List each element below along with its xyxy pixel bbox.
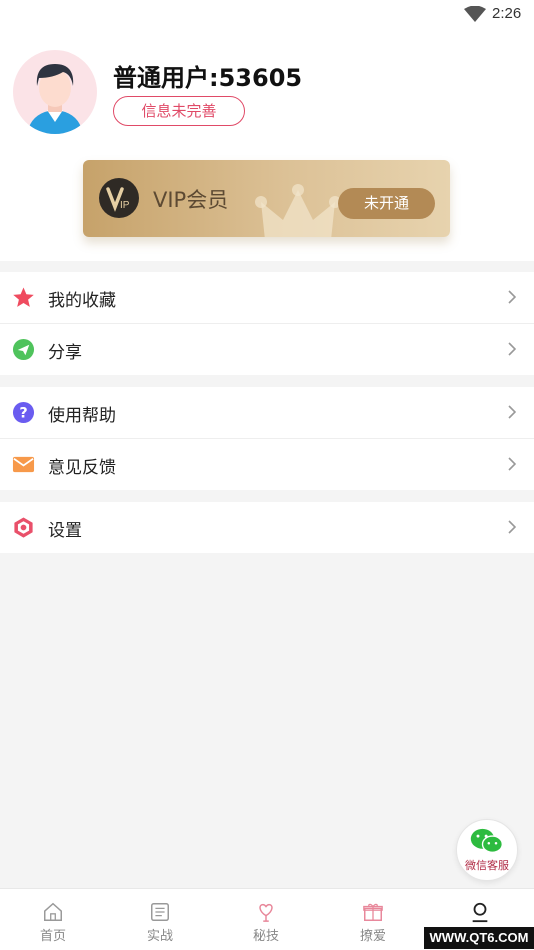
incomplete-info-button[interactable]: 信息未完善 (113, 96, 245, 126)
wechat-service-button[interactable]: 微信客服 (456, 819, 518, 881)
star-icon (13, 287, 34, 307)
tab-label: 实战 (146, 929, 173, 944)
wifi-icon (464, 6, 486, 22)
menu-item-label: 我的收藏 (48, 291, 116, 311)
menu-group-1: 我的收藏 分享 (0, 272, 534, 375)
vip-logo-icon: IP (99, 178, 139, 218)
vip-title: VIP会员 (153, 188, 229, 212)
list-icon (151, 903, 169, 921)
site-watermark: WWW.QT6.COM (424, 927, 534, 949)
menu-item-favorites[interactable]: 我的收藏 (0, 272, 534, 324)
hexagon-gear-icon (14, 517, 33, 538)
tab-practice[interactable]: 实战 (107, 889, 213, 950)
paper-plane-icon (12, 338, 35, 361)
menu-item-label: 设置 (48, 521, 82, 541)
menu-item-settings[interactable]: 设置 (0, 502, 534, 553)
menu-item-feedback[interactable]: 意见反馈 (0, 439, 534, 490)
person-icon (472, 902, 488, 923)
chevron-right-icon (508, 520, 516, 534)
profile-header: 普通用户:53605 信息未完善 IP VIP会员 未开通 (0, 30, 534, 261)
status-bar: 2:26 (0, 0, 534, 30)
menu-item-label: 分享 (48, 343, 82, 363)
tab-label: 秘技 (252, 929, 279, 944)
question-icon: ? (12, 401, 35, 424)
avatar[interactable] (13, 50, 97, 134)
menu-item-share[interactable]: 分享 (0, 324, 534, 375)
vip-card[interactable]: IP VIP会员 未开通 (83, 160, 450, 237)
tab-label: 首页 (39, 929, 66, 944)
tab-love[interactable]: 撩爱 (320, 889, 426, 950)
username: 普通用户:53605 (113, 64, 303, 92)
wechat-icon (470, 828, 503, 853)
gift-icon (363, 903, 383, 921)
chevron-right-icon (508, 457, 516, 471)
status-time: 2:26 (492, 5, 522, 22)
menu-item-help[interactable]: ? 使用帮助 (0, 387, 534, 439)
vip-activate-button[interactable]: 未开通 (338, 188, 435, 219)
mail-icon (12, 456, 35, 473)
menu-group-2: ? 使用帮助 意见反馈 (0, 387, 534, 490)
tab-label: 撩爱 (359, 929, 386, 944)
wechat-service-label: 微信客服 (465, 859, 509, 872)
home-icon (44, 902, 62, 921)
crown-icon (255, 184, 341, 237)
menu-item-label: 使用帮助 (48, 406, 116, 426)
chevron-right-icon (508, 342, 516, 356)
tab-home[interactable]: 首页 (0, 889, 106, 950)
tab-secrets[interactable]: 秘技 (213, 889, 319, 950)
menu-group-3: 设置 (0, 502, 534, 553)
chevron-right-icon (508, 290, 516, 304)
heart-flower-icon (259, 903, 273, 922)
menu-item-label: 意见反馈 (48, 458, 116, 478)
chevron-right-icon (508, 405, 516, 419)
svg-text:IP: IP (120, 200, 130, 211)
avatar-person-icon (27, 64, 83, 134)
svg-text:?: ? (19, 405, 27, 421)
